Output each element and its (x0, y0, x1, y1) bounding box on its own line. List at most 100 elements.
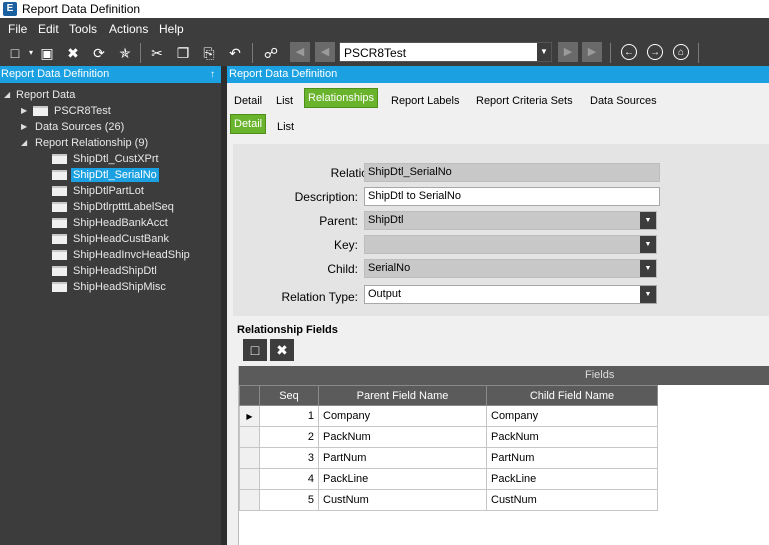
tab-report-labels[interactable]: Report Labels (391, 94, 460, 108)
child-field-cell[interactable]: PackLine (486, 468, 658, 490)
tree-relationship-item-selected[interactable]: ShipDtl_SerialNo (71, 168, 159, 182)
seq-cell[interactable]: 4 (259, 468, 319, 490)
tree-relationship-item[interactable]: ShipHeadCustBank (73, 232, 169, 246)
column-header-parent-field[interactable]: Parent Field Name (318, 385, 487, 406)
subtab-list[interactable]: List (277, 120, 294, 134)
parent-field-cell[interactable]: PartNum (318, 447, 487, 469)
parent-field-cell[interactable]: PackLine (318, 468, 487, 490)
table-row[interactable]: 5 CustNum CustNum (239, 489, 658, 511)
delete-row-icon[interactable]: ✖ (270, 339, 294, 361)
cut-icon[interactable]: ✂ (148, 44, 166, 62)
collapse-arrow-icon[interactable]: ◢ (4, 88, 10, 102)
description-field[interactable]: ShipDtl to SerialNo (364, 187, 660, 206)
new-row-icon[interactable]: □ (243, 339, 267, 361)
detail-panel-title: Report Data Definition (229, 68, 338, 80)
row-selector[interactable] (239, 447, 260, 469)
save-icon[interactable]: ▣ (38, 44, 56, 62)
tree-data-sources[interactable]: Data Sources (26) (35, 120, 124, 134)
tab-list[interactable]: List (276, 94, 293, 108)
column-header-child-field[interactable]: Child Field Name (486, 385, 658, 406)
record-selector[interactable]: PSCR8Test ▼ (339, 42, 552, 62)
clear-icon[interactable]: ✯ (116, 44, 134, 62)
seq-cell[interactable]: 2 (259, 426, 319, 448)
home-icon[interactable]: ⌂ (673, 44, 689, 60)
forward-icon[interactable]: → (647, 44, 663, 60)
copy-icon[interactable]: ❐ (174, 44, 192, 62)
seq-cell[interactable]: 1 (259, 405, 319, 427)
tree-relationship-item[interactable]: ShipDtl_CustXPrt (73, 152, 159, 166)
menu-actions[interactable]: Actions (109, 22, 148, 36)
tree-relationship-item[interactable]: ShipDtlPartLot (73, 184, 144, 198)
parent-field-cell[interactable]: CustNum (318, 489, 487, 511)
undo-icon[interactable]: ↶ (226, 44, 244, 62)
tab-detail[interactable]: Detail (234, 94, 262, 108)
previous-record-icon[interactable]: ◀ (315, 42, 335, 62)
child-field-cell[interactable]: PartNum (486, 447, 658, 469)
tree-report[interactable]: PSCR8Test (54, 104, 111, 118)
parent-select[interactable]: ShipDtl ▼ (364, 211, 657, 230)
child-field-cell[interactable]: Company (486, 405, 658, 427)
child-field-cell[interactable]: PackNum (486, 426, 658, 448)
menu-file[interactable]: File (8, 22, 27, 36)
last-record-icon[interactable]: ▶ (582, 42, 602, 62)
key-select[interactable]: ▼ (364, 235, 657, 254)
tree-relationship-item[interactable]: ShipHeadInvcHeadShip (73, 248, 190, 262)
table-row[interactable]: 4 PackLine PackLine (239, 468, 658, 490)
tree-relationship-item[interactable]: ShipDtlrptttLabelSeq (73, 200, 174, 214)
menu-edit[interactable]: Edit (38, 22, 59, 36)
relation-type-select[interactable]: Output ▼ (364, 285, 657, 304)
toolbar-separator (140, 43, 141, 63)
tree-root[interactable]: Report Data (16, 88, 75, 102)
collapse-arrow-icon[interactable]: ◢ (21, 136, 27, 150)
menu-help[interactable]: Help (159, 22, 184, 36)
tree-relationship-item[interactable]: ShipHeadShipMisc (73, 280, 166, 294)
current-row-icon[interactable]: ▶ (239, 405, 260, 427)
table-header-row: Seq Parent Field Name Child Field Name (239, 385, 658, 406)
parent-value: ShipDtl (368, 214, 404, 226)
tab-relationships[interactable]: Relationships (304, 88, 379, 108)
window-title: Report Data Definition (22, 2, 141, 16)
tab-data-sources[interactable]: Data Sources (590, 94, 657, 108)
parent-field-cell[interactable]: PackNum (318, 426, 487, 448)
toolbar: □ ▾ ▣ ✖ ⟳ ✯ ✂ ❐ ⎘ ↶ ☍ ◀ ◀ PSCR8Test ▼ ▶ … (0, 38, 769, 66)
chevron-down-icon[interactable]: ▼ (537, 43, 551, 61)
seq-cell[interactable]: 5 (259, 489, 319, 511)
first-record-icon[interactable]: ◀ (290, 42, 310, 62)
menu-tools[interactable]: Tools (69, 22, 97, 36)
folder-icon (33, 106, 48, 116)
chevron-down-icon[interactable]: ▼ (640, 286, 656, 303)
tree-panel-header: Report Data Definition ↑ (0, 66, 221, 83)
refresh-icon[interactable]: ⟳ (90, 44, 108, 62)
child-field-cell[interactable]: CustNum (486, 489, 658, 511)
expand-arrow-icon[interactable]: ▶ (21, 104, 27, 118)
subtab-detail[interactable]: Detail (230, 114, 267, 134)
detail-panel-header: Report Data Definition (227, 66, 769, 83)
chevron-down-icon[interactable]: ▼ (640, 212, 656, 229)
row-selector[interactable] (239, 489, 260, 511)
child-select[interactable]: SerialNo ▼ (364, 259, 657, 278)
parent-field-cell[interactable]: Company (318, 405, 487, 427)
table-row[interactable]: 2 PackNum PackNum (239, 426, 658, 448)
row-selector[interactable] (239, 468, 260, 490)
paste-icon[interactable]: ⎘ (200, 44, 218, 62)
tree-relationship-item[interactable]: ShipHeadBankAcct (73, 216, 168, 230)
next-record-icon[interactable]: ▶ (558, 42, 578, 62)
toolbar-separator (610, 43, 611, 63)
row-selector[interactable] (239, 426, 260, 448)
back-icon[interactable]: ← (621, 44, 637, 60)
relation-field[interactable]: ShipDtl_SerialNo (364, 163, 660, 182)
table-row[interactable]: ▶ 1 Company Company (239, 405, 658, 427)
tree-report-relationship[interactable]: Report Relationship (9) (35, 136, 148, 150)
tree-relationship-item[interactable]: ShipHeadShipDtl (73, 264, 157, 278)
pin-icon[interactable]: ↑ (210, 66, 215, 83)
chevron-down-icon[interactable]: ▼ (640, 236, 656, 253)
seq-cell[interactable]: 3 (259, 447, 319, 469)
delete-icon[interactable]: ✖ (64, 44, 82, 62)
column-header-seq[interactable]: Seq (259, 385, 319, 406)
description-value: ShipDtl to SerialNo (368, 190, 461, 202)
table-row[interactable]: 3 PartNum PartNum (239, 447, 658, 469)
expand-arrow-icon[interactable]: ▶ (21, 120, 27, 134)
tab-report-criteria-sets[interactable]: Report Criteria Sets (476, 94, 573, 108)
chevron-down-icon[interactable]: ▼ (640, 260, 656, 277)
search-binoculars-icon[interactable]: ☍ (262, 44, 280, 62)
